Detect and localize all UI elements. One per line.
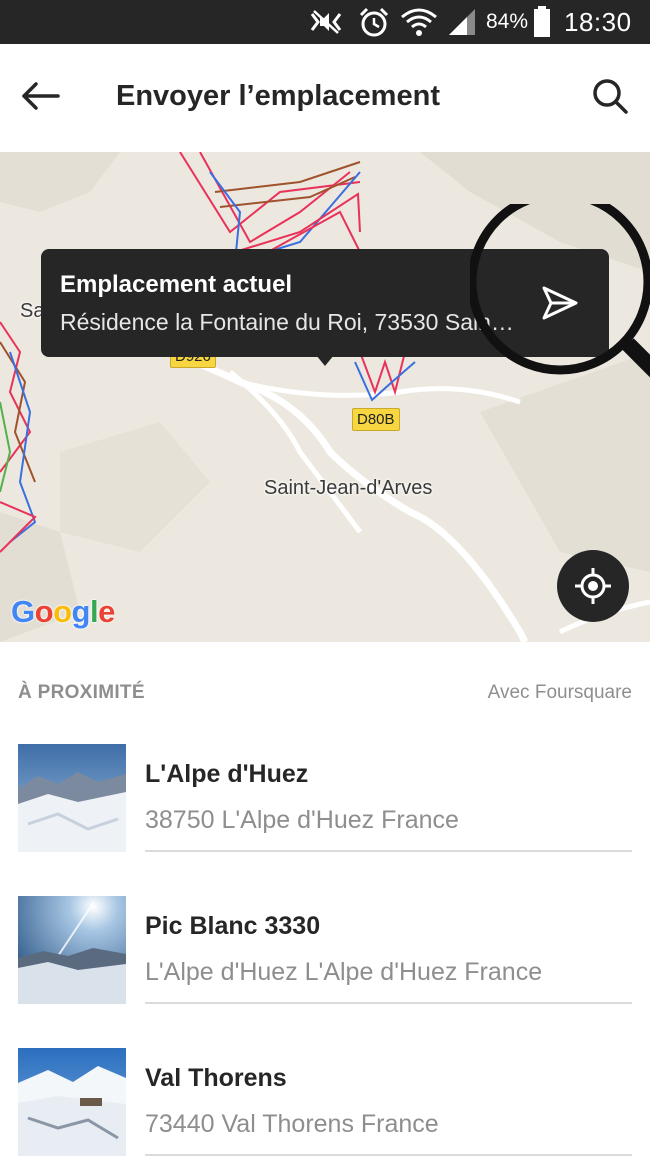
place-thumbnail bbox=[18, 744, 126, 852]
foursquare-attribution: Avec Foursquare bbox=[487, 682, 632, 703]
divider bbox=[145, 1002, 632, 1004]
place-address: 73440 Val Thorens France bbox=[145, 1110, 439, 1138]
callout-pointer bbox=[316, 355, 334, 366]
map-terrain bbox=[0, 152, 650, 642]
list-item-pic-blanc[interactable]: Pic Blanc 3330 L'Alpe d'Huez L'Alpe d'Hu… bbox=[0, 894, 650, 1046]
my-location-button[interactable] bbox=[557, 550, 629, 622]
map-view[interactable]: Sa D926 D80B Saint-Jean-d'Arves Emplacem… bbox=[0, 152, 650, 642]
nearby-title: À PROXIMITÉ bbox=[18, 682, 145, 703]
signal-icon bbox=[447, 0, 477, 44]
back-button[interactable] bbox=[14, 70, 66, 122]
list-item-alpe-dhuez[interactable]: L'Alpe d'Huez 38750 L'Alpe d'Huez France bbox=[0, 742, 650, 894]
place-thumbnail bbox=[18, 896, 126, 1004]
clock: 18:30 bbox=[564, 6, 632, 37]
my-location-icon bbox=[575, 568, 611, 604]
mute-icon bbox=[308, 0, 344, 44]
search-icon bbox=[593, 79, 628, 114]
list-item-val-thorens[interactable]: Val Thorens 73440 Val Thorens France bbox=[0, 1046, 650, 1156]
current-location-callout[interactable]: Emplacement actuel Résidence la Fontaine… bbox=[41, 249, 609, 366]
callout-address: Résidence la Fontaine du Roi, 73530 Sain… bbox=[60, 309, 515, 335]
send-location-button[interactable] bbox=[511, 249, 609, 357]
status-bar: 84% 18:30 bbox=[0, 0, 650, 44]
place-name: L'Alpe d'Huez bbox=[145, 760, 309, 788]
place-address: L'Alpe d'Huez L'Alpe d'Huez France bbox=[145, 958, 543, 986]
alarm-icon bbox=[358, 0, 390, 44]
place-address: 38750 L'Alpe d'Huez France bbox=[145, 806, 459, 834]
battery-percentage: 84% bbox=[486, 10, 529, 33]
page-title: Envoyer l’emplacement bbox=[116, 80, 440, 112]
search-button[interactable] bbox=[584, 70, 636, 122]
map-label-town: Saint-Jean-d'Arves bbox=[264, 477, 433, 499]
app-bar: Envoyer l’emplacement bbox=[0, 44, 650, 152]
google-logo: Google bbox=[11, 594, 115, 629]
place-thumbnail bbox=[18, 1048, 126, 1156]
divider bbox=[145, 850, 632, 852]
battery-icon bbox=[533, 0, 551, 44]
place-name: Val Thorens bbox=[145, 1064, 287, 1092]
place-name: Pic Blanc 3330 bbox=[145, 912, 321, 940]
send-icon bbox=[542, 286, 578, 320]
road-badge-d80b: D80B bbox=[352, 408, 400, 431]
arrow-left-icon bbox=[22, 82, 60, 110]
callout-title: Emplacement actuel bbox=[60, 271, 293, 298]
nearby-header: À PROXIMITÉ Avec Foursquare bbox=[0, 642, 650, 742]
wifi-icon bbox=[400, 0, 438, 44]
